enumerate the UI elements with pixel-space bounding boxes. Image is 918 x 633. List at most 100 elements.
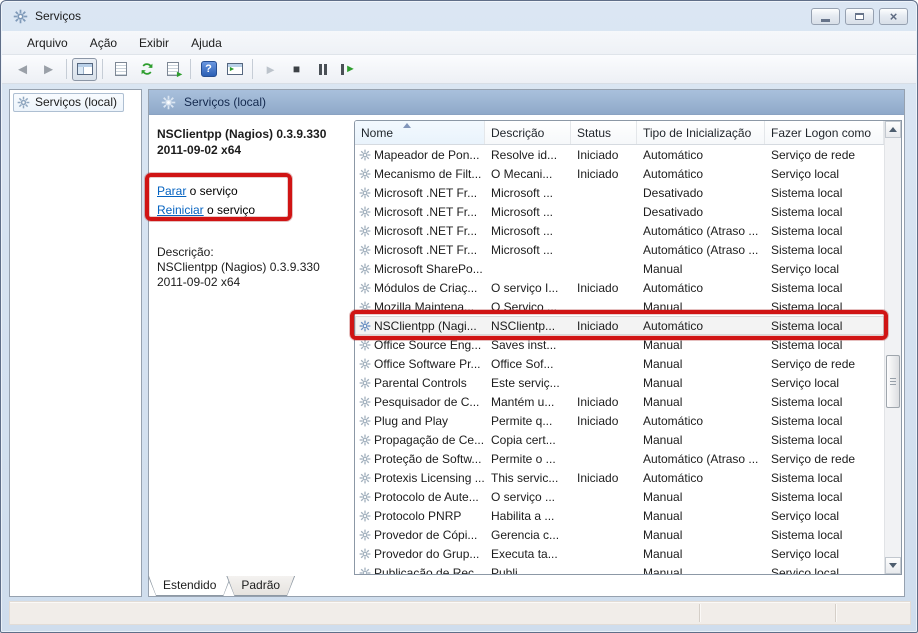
column-header-tipo-de-inicializacao[interactable]: Tipo de Inicialização	[637, 121, 765, 144]
service-gear-icon	[355, 510, 374, 522]
service-row[interactable]: Office Software Pr...Office Sof...Manual…	[355, 354, 884, 373]
service-row[interactable]: Microsoft .NET Fr...Microsoft ...Desativ…	[355, 202, 884, 221]
column-header-descricao[interactable]: Descrição	[485, 121, 571, 144]
service-row[interactable]: Mapeador de Pon...Resolve id...IniciadoA…	[355, 145, 884, 164]
menu-item-exibir[interactable]: Exibir	[128, 32, 180, 54]
menu-item-ajuda[interactable]: Ajuda	[180, 32, 233, 54]
service-description-cell: O Serviço ...	[485, 300, 571, 314]
toolbar-export-button[interactable]: ►	[160, 58, 185, 81]
show-action-pane-icon	[227, 63, 243, 75]
menu-item-acao[interactable]: Ação	[79, 32, 128, 54]
service-logon-cell: Serviço de rede	[765, 452, 884, 466]
services-gear-icon	[17, 96, 30, 109]
stop-service-link[interactable]: Parar	[157, 184, 186, 198]
service-description-cell: Permite q...	[485, 414, 571, 428]
column-header-fazer-logon-como[interactable]: Fazer Logon como	[765, 121, 884, 144]
service-row[interactable]: Pesquisador de C...Mantém u...IniciadoMa…	[355, 392, 884, 411]
list-header-row: NomeDescrição Status Tipo de Inicialização…	[355, 121, 884, 145]
service-startup-cell: Automático	[637, 148, 765, 162]
menu-bar: ArquivoAçãoExibirAjuda	[2, 31, 916, 55]
minimize-icon	[821, 19, 830, 22]
service-startup-cell: Automático	[637, 281, 765, 295]
toolbar-pane-button[interactable]	[222, 58, 247, 81]
service-gear-icon	[355, 301, 374, 313]
menu-item-arquivo[interactable]: Arquivo	[16, 32, 79, 54]
scrollbar-thumb[interactable]	[886, 355, 900, 408]
service-gear-icon	[355, 187, 374, 199]
column-header-label: Fazer Logon como	[771, 126, 871, 140]
back-icon: ◄	[15, 62, 30, 77]
statusbar-separator	[699, 604, 700, 622]
snapin-header: Serviços (local)	[149, 90, 904, 115]
service-startup-cell: Manual	[637, 376, 765, 390]
list-rows: Mapeador de Pon...Resolve id...IniciadoA…	[355, 145, 884, 574]
toolbar-back-button[interactable]: ◄	[10, 58, 35, 81]
service-description: Descrição: NSClientpp (Nagios) 0.3.9.330…	[157, 245, 351, 290]
service-row[interactable]: Publicação de Rec...Publi...ManualServiç…	[355, 563, 884, 574]
forward-icon: ►	[41, 62, 56, 77]
maximize-button[interactable]	[845, 8, 874, 25]
service-name-cell: Mozilla Maintena...	[374, 300, 485, 314]
service-name-cell: Provedor do Grup...	[374, 547, 485, 561]
service-logon-cell: Sistema local	[765, 490, 884, 504]
toolbar-help-button[interactable]: ?	[196, 58, 221, 81]
service-startup-cell: Manual	[637, 395, 765, 409]
maximize-icon	[855, 13, 864, 20]
service-row[interactable]: Mozilla Maintena...O Serviço ...ManualSi…	[355, 297, 884, 316]
restart-service-link[interactable]: Reiniciar	[157, 203, 204, 217]
service-row[interactable]: Office Source Eng...Saves inst...ManualS…	[355, 335, 884, 354]
minimize-button[interactable]	[811, 8, 840, 25]
toolbar-tree-button[interactable]	[72, 58, 97, 81]
column-header-label: Status	[577, 126, 611, 140]
service-row[interactable]: Provedor do Grup...Executa ta...ManualSe…	[355, 544, 884, 563]
restart-service-icon: ►	[341, 64, 356, 75]
service-row[interactable]: Plug and PlayPermite q...IniciadoAutomát…	[355, 411, 884, 430]
toolbar-play-button[interactable]: ►	[258, 58, 283, 81]
service-startup-cell: Manual	[637, 509, 765, 523]
service-row[interactable]: Módulos de Criaç...O serviço I...Iniciad…	[355, 278, 884, 297]
scroll-up-button[interactable]	[885, 121, 901, 138]
service-row[interactable]: Protexis Licensing ...This servic...Inic…	[355, 468, 884, 487]
service-name-cell: Microsoft .NET Fr...	[374, 224, 485, 238]
scroll-down-button[interactable]	[885, 557, 901, 574]
service-row-nsclientpp[interactable]: NSClientpp (Nagi...NSClientp...IniciadoA…	[355, 316, 884, 335]
service-row[interactable]: Microsoft SharePo...ManualServiço local	[355, 259, 884, 278]
service-row[interactable]: Microsoft .NET Fr...Microsoft ...Automát…	[355, 221, 884, 240]
column-header-status[interactable]: Status	[571, 121, 637, 144]
service-description-cell: O serviço I...	[485, 281, 571, 295]
service-startup-cell: Manual	[637, 357, 765, 371]
service-startup-cell: Automático	[637, 319, 765, 333]
service-row[interactable]: Protocolo PNRPHabilita a ...ManualServiç…	[355, 506, 884, 525]
vertical-scrollbar[interactable]	[884, 121, 901, 574]
title-bar[interactable]: Serviços ×	[1, 1, 917, 31]
toolbar-forward-button[interactable]: ►	[36, 58, 61, 81]
service-name-cell: Pesquisador de C...	[374, 395, 485, 409]
service-row[interactable]: Protocolo de Aute...O serviço ...ManualS…	[355, 487, 884, 506]
toolbar-separator	[102, 59, 103, 79]
service-logon-cell: Sistema local	[765, 395, 884, 409]
properties-icon	[115, 62, 127, 76]
column-header-nome[interactable]: Nome	[355, 121, 485, 144]
toolbar-refresh-button[interactable]	[134, 58, 159, 81]
service-row[interactable]: Propagação de Ce...Copia cert...ManualSi…	[355, 430, 884, 449]
service-row[interactable]: Proteção de Softw...Permite o ...Automát…	[355, 449, 884, 468]
stop-service-line: Parar o serviço	[157, 182, 347, 201]
service-row[interactable]: Parental ControlsEste serviç...ManualSer…	[355, 373, 884, 392]
toolbar-doc-button[interactable]	[108, 58, 133, 81]
services-gear-icon	[161, 95, 176, 110]
service-row[interactable]: Microsoft .NET Fr...Microsoft ...Desativ…	[355, 183, 884, 202]
tab-padrao[interactable]: Padrão	[226, 576, 295, 596]
toolbar-stop-button[interactable]: ■	[284, 58, 309, 81]
toolbar-pause-button[interactable]	[310, 58, 335, 81]
service-row[interactable]: Mecanismo de Filt...O Mecani...IniciadoA…	[355, 164, 884, 183]
tree-item-servicos-local[interactable]: Serviços (local)	[13, 93, 124, 112]
service-row[interactable]: Microsoft .NET Fr...Microsoft ...Automát…	[355, 240, 884, 259]
service-name-cell: Parental Controls	[374, 376, 485, 390]
tab-estendido[interactable]: Estendido	[148, 576, 231, 596]
toolbar-restart-button[interactable]: ►	[336, 58, 361, 81]
service-description-cell: This servic...	[485, 471, 571, 485]
service-logon-cell: Sistema local	[765, 528, 884, 542]
service-row[interactable]: Provedor de Cópi...Gerencia c...ManualSi…	[355, 525, 884, 544]
close-button[interactable]: ×	[879, 8, 908, 25]
service-gear-icon	[355, 396, 374, 408]
